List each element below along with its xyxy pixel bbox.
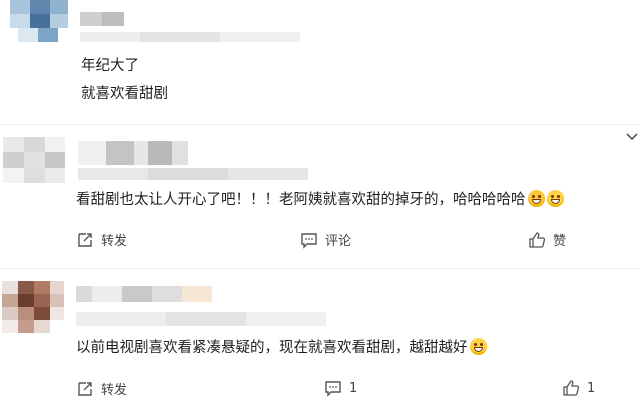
username-blurred[interactable] bbox=[80, 12, 124, 26]
username-blurred[interactable] bbox=[76, 286, 212, 302]
comment-text-body: 看甜剧也太让人开心了吧！！！老阿姨就喜欢甜的掉牙的，哈哈哈哈哈 bbox=[76, 192, 526, 208]
comment-icon bbox=[325, 381, 341, 397]
comment-text-line-1: 年纪大了 bbox=[81, 58, 139, 74]
grinning-emoji-icon bbox=[469, 338, 487, 355]
chevron-down-icon[interactable] bbox=[624, 128, 640, 144]
repost-icon bbox=[78, 232, 92, 247]
timestamp-blurred bbox=[80, 32, 300, 42]
thumbs-up-icon bbox=[563, 380, 580, 396]
repost-icon bbox=[78, 381, 92, 396]
comment-text-line-2: 就喜欢看甜剧 bbox=[81, 86, 168, 102]
repost-label: 转发 bbox=[101, 383, 128, 398]
like-label: 赞 bbox=[553, 234, 567, 249]
comment-label: 评论 bbox=[325, 234, 352, 249]
divider bbox=[0, 268, 640, 269]
avatar-blurred[interactable] bbox=[10, 0, 68, 42]
comment-text: 看甜剧也太让人开心了吧！！！老阿姨就喜欢甜的掉牙的，哈哈哈哈哈 bbox=[76, 190, 564, 210]
username-blurred[interactable] bbox=[78, 141, 188, 165]
timestamp-blurred bbox=[78, 168, 308, 180]
thumbs-up-icon bbox=[529, 231, 546, 248]
avatar-blurred[interactable] bbox=[3, 137, 65, 183]
grinning-emoji-icon bbox=[546, 190, 564, 207]
divider bbox=[0, 124, 640, 125]
repost-button[interactable]: 转发 bbox=[76, 379, 127, 398]
comment-text: 以前电视剧喜欢看紧凑悬疑的，现在就喜欢看甜剧，越甜越好 bbox=[76, 338, 487, 358]
comment-count: 1 bbox=[349, 380, 358, 396]
like-button[interactable]: 赞 bbox=[528, 230, 566, 249]
comment-icon bbox=[301, 232, 317, 249]
crying-laughing-emoji-icon bbox=[527, 190, 545, 207]
avatar-blurred[interactable] bbox=[2, 281, 64, 333]
timestamp-blurred bbox=[76, 312, 326, 326]
like-count: 1 bbox=[587, 380, 596, 396]
comment-button[interactable]: 评论 bbox=[300, 230, 351, 249]
repost-label: 转发 bbox=[101, 234, 128, 249]
comment-button[interactable]: 1 bbox=[324, 379, 357, 397]
like-button[interactable]: 1 bbox=[562, 379, 595, 397]
comment-text-body: 以前电视剧喜欢看紧凑悬疑的，现在就喜欢看甜剧，越甜越好 bbox=[76, 340, 468, 356]
repost-button[interactable]: 转发 bbox=[76, 230, 127, 249]
